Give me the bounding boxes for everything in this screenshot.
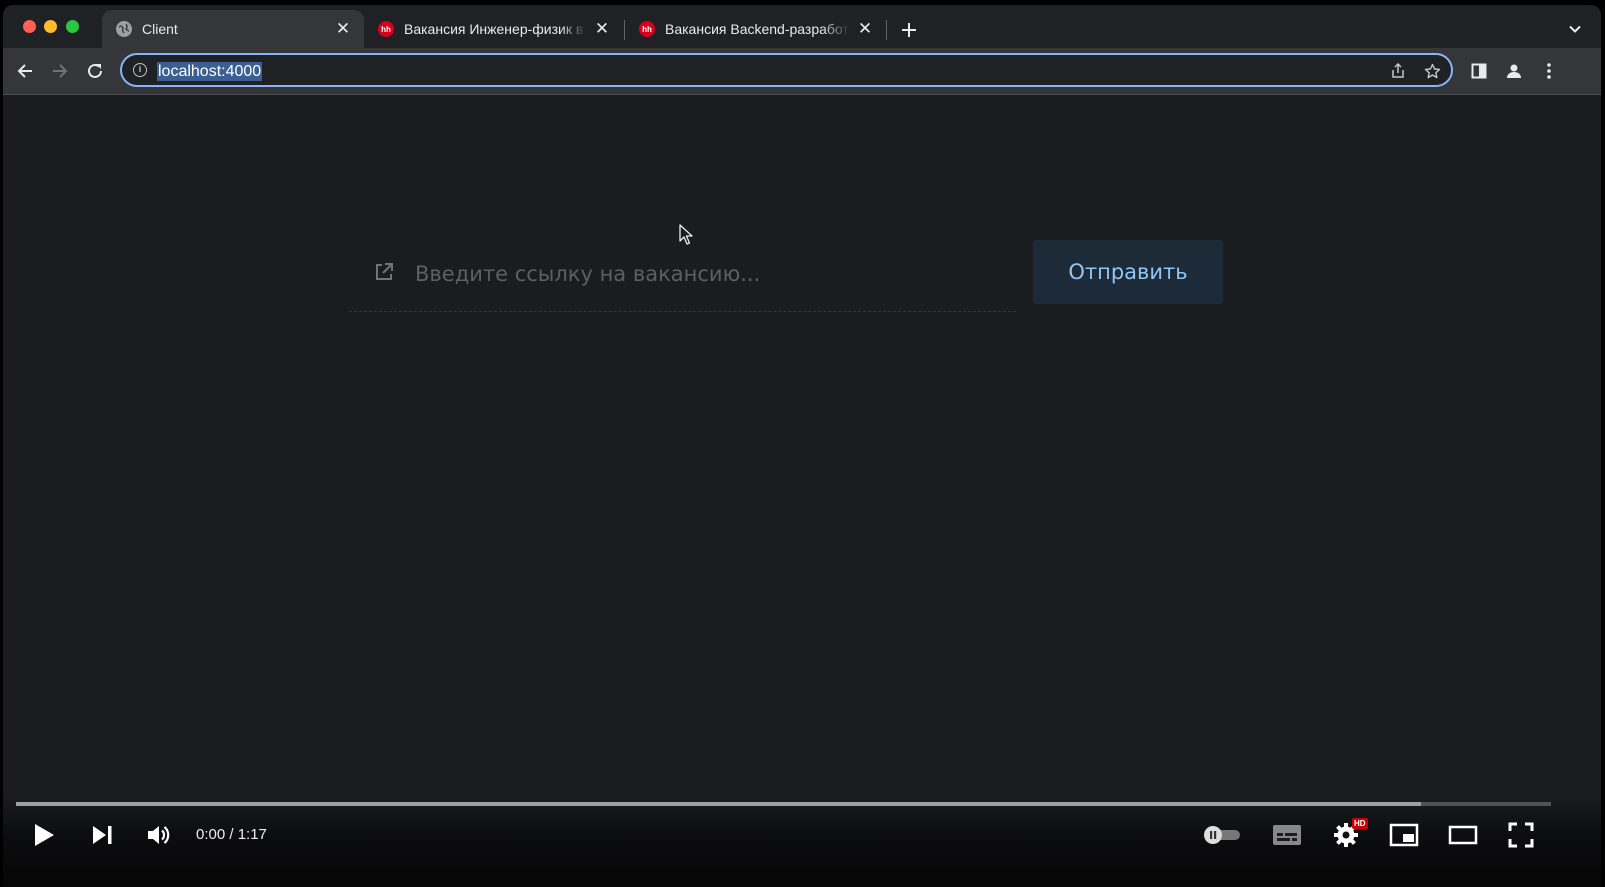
next-button[interactable] [84,817,120,853]
subtitles-button[interactable] [1269,817,1305,853]
progress-buffered [16,802,1421,806]
mute-button[interactable] [141,817,177,853]
new-tab-button[interactable] [896,17,922,43]
autoplay-toggle[interactable] [1202,825,1242,845]
tab-separator [886,20,887,40]
subtitles-icon [1273,825,1301,845]
tab-vacancy-backend[interactable]: hh Вакансия Backend-разработчик ✕ [625,10,886,48]
time-display: 0:00 / 1:17 [196,826,267,843]
tab-title: Client [142,21,178,37]
volume-icon [148,826,170,844]
share-icon[interactable] [1387,60,1409,82]
browser-toolbar: i localhost:4000 [3,48,1601,95]
hd-badge: HD [1352,818,1368,829]
close-icon[interactable]: ✕ [593,19,611,38]
video-player-controls: 0:00 / 1:17 HD [0,795,1605,887]
theater-mode-icon [1448,825,1478,845]
side-panel-icon [1471,63,1487,79]
vacancy-link-form [349,238,1016,312]
bookmark-star-icon[interactable] [1421,60,1443,82]
reload-icon [88,63,102,78]
submit-button[interactable]: Отправить [1033,240,1223,304]
screen: Client ✕ hh Вакансия Инженер-физик в Мос… [0,0,1605,887]
reload-button[interactable] [82,58,108,84]
back-button[interactable] [12,58,38,84]
vacancy-link-input[interactable] [415,255,1005,293]
theater-mode-button[interactable] [1445,817,1481,853]
fullscreen-button[interactable] [1503,817,1539,853]
arrow-left-icon [17,64,32,78]
fullscreen-icon [1508,822,1534,848]
mouse-cursor-icon [679,224,693,245]
progress-bar[interactable] [16,802,1551,806]
tab-client[interactable]: Client ✕ [102,10,364,48]
close-icon[interactable]: ✕ [334,19,352,38]
window-close-button[interactable] [23,20,36,33]
address-bar[interactable]: i localhost:4000 [120,53,1453,87]
play-button[interactable] [26,817,62,853]
miniplayer-icon [1389,823,1419,847]
skip-next-icon [93,826,112,844]
side-panel-button[interactable] [1466,58,1492,84]
globe-icon [116,21,132,37]
close-icon[interactable]: ✕ [856,19,874,38]
hh-icon: hh [378,21,394,37]
tab-search-button[interactable] [1563,17,1587,41]
play-icon [35,824,54,846]
site-info-icon[interactable]: i [133,63,147,77]
forward-button[interactable] [47,58,73,84]
chevron-down-icon [1569,25,1581,33]
profile-icon [1507,64,1521,78]
browser-menu-button[interactable] [1536,58,1562,84]
tab-strip: Client ✕ hh Вакансия Инженер-физик в Мос… [3,5,1601,48]
tab-title: Вакансия Инженер-физик в Москве [404,21,587,37]
profile-button[interactable] [1501,58,1527,84]
window-zoom-button[interactable] [66,20,79,33]
plus-icon [902,23,916,37]
browser-window: Client ✕ hh Вакансия Инженер-физик в Мос… [3,5,1601,887]
tab-vacancy-engineer[interactable]: hh Вакансия Инженер-физик в Москве ✕ [364,10,623,48]
hh-icon: hh [639,21,655,37]
external-link-icon [376,263,393,280]
arrow-right-icon [53,64,68,78]
tab-title: Вакансия Backend-разработчик [665,21,850,37]
window-minimize-button[interactable] [44,20,57,33]
page-viewport: Отправить [3,95,1601,887]
url-text[interactable]: localhost:4000 [157,62,263,81]
miniplayer-button[interactable] [1386,817,1422,853]
kebab-menu-icon [1547,63,1551,79]
